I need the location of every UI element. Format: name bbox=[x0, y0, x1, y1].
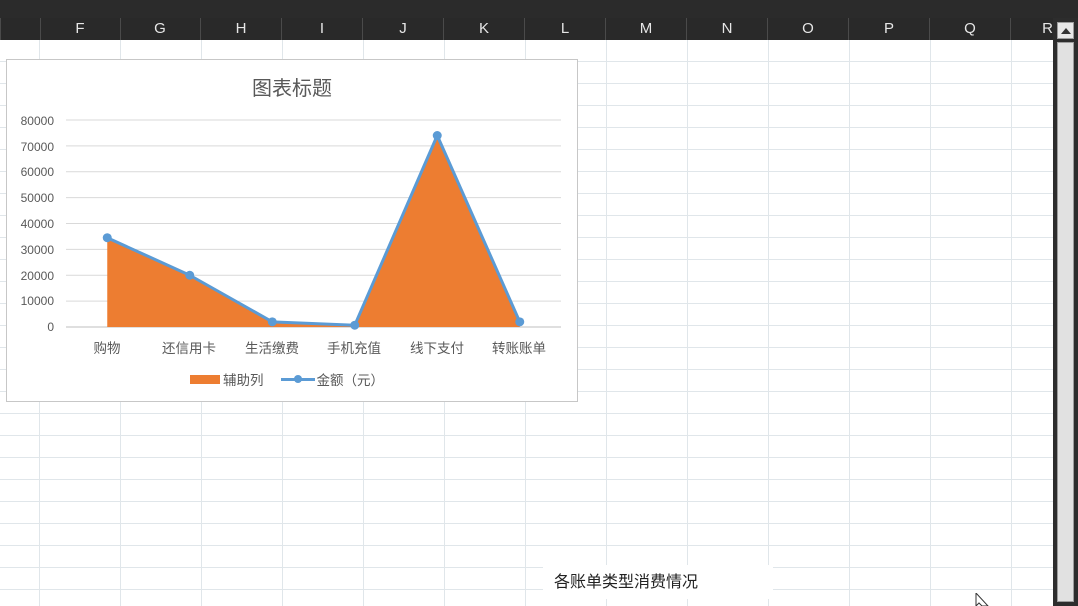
x-category-label: 还信用卡 bbox=[162, 341, 216, 357]
legend-label-amount: 金额（元） bbox=[316, 373, 385, 389]
area-series-helper bbox=[107, 135, 520, 327]
legend-area-swatch bbox=[190, 374, 220, 384]
line-point-marker bbox=[350, 320, 360, 330]
mouse-cursor-icon bbox=[975, 593, 989, 606]
x-category-label: 手机充值 bbox=[327, 341, 381, 357]
line-point-marker bbox=[267, 317, 277, 327]
line-point-marker bbox=[185, 270, 195, 280]
x-category-label: 转账账单 bbox=[492, 341, 546, 357]
plot-area[interactable] bbox=[0, 0, 1078, 606]
sheet-text-label[interactable]: 各账单类型消费情况 bbox=[543, 565, 773, 599]
x-category-label: 生活缴费 bbox=[245, 341, 299, 357]
line-point-marker bbox=[515, 317, 525, 327]
legend-label-helper: 辅助列 bbox=[223, 373, 264, 389]
chart-legend[interactable]: 辅助列 金额（元） bbox=[190, 369, 384, 389]
legend-line-marker bbox=[280, 369, 315, 389]
x-category-label: 购物 bbox=[93, 341, 121, 357]
line-point-marker bbox=[102, 233, 112, 243]
x-category-label: 线下支付 bbox=[410, 341, 464, 357]
line-point-marker bbox=[432, 131, 442, 141]
